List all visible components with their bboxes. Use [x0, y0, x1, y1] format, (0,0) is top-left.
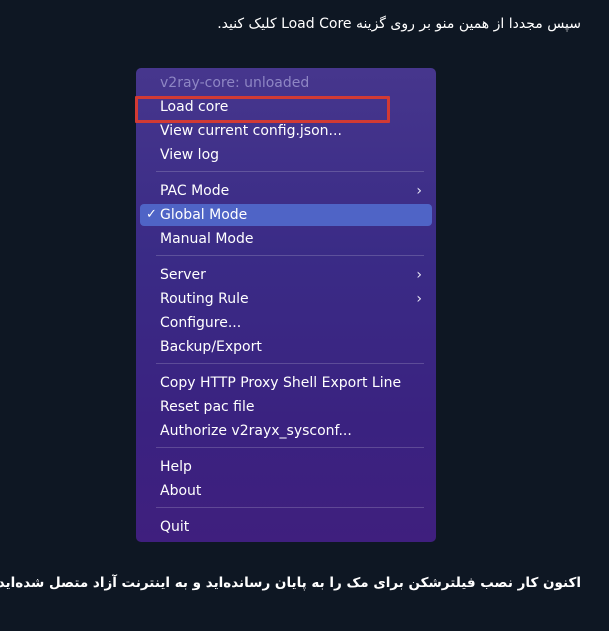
annotation-highlight-box: [135, 96, 390, 123]
menu-item-manual-mode[interactable]: Manual Mode: [140, 228, 432, 250]
menu-item-copy-http-proxy[interactable]: Copy HTTP Proxy Shell Export Line: [140, 372, 432, 394]
menu-item-about[interactable]: About: [140, 480, 432, 502]
v2rayx-status-menu: v2ray-core: unloaded Load core View curr…: [136, 68, 436, 542]
checkmark-icon: ✓: [146, 207, 157, 222]
menu-item-core-status: v2ray-core: unloaded: [160, 75, 310, 91]
menu-item-pac-mode[interactable]: PAC Mode ›: [140, 180, 432, 202]
menu-item-configure[interactable]: Configure...: [140, 312, 432, 334]
menu-item-routing-rule[interactable]: Routing Rule ›: [140, 288, 432, 310]
menu-item-global-mode-label: Global Mode: [160, 207, 248, 223]
menu-item-global-mode[interactable]: ✓ Global Mode: [140, 204, 432, 226]
menu-separator: [156, 363, 424, 364]
menu-separator: [156, 507, 424, 508]
menu-item-view-config[interactable]: View current config.json...: [140, 120, 432, 142]
chevron-right-icon: ›: [416, 267, 422, 283]
menu-item-quit[interactable]: Quit: [140, 516, 432, 538]
menu-item-view-log[interactable]: View log: [140, 144, 432, 166]
chevron-right-icon: ›: [416, 291, 422, 307]
menu-item-pac-mode-label: PAC Mode: [160, 183, 230, 199]
menu-separator: [156, 171, 424, 172]
menu-item-server[interactable]: Server ›: [140, 264, 432, 286]
instruction-caption-top: سپس مجددا از همین منو بر روی گزینه Load …: [217, 16, 581, 32]
instruction-caption-bottom: اکنون کار نصب فیلترشکن برای مک را به پای…: [0, 575, 581, 591]
menu-item-server-label: Server: [160, 267, 206, 283]
chevron-right-icon: ›: [416, 183, 422, 199]
menu-separator: [156, 447, 424, 448]
menu-separator: [156, 255, 424, 256]
menu-item-reset-pac[interactable]: Reset pac file: [140, 396, 432, 418]
menu-item-backup-export[interactable]: Backup/Export: [140, 336, 432, 358]
menu-item-help[interactable]: Help: [140, 456, 432, 478]
menu-item-routing-rule-label: Routing Rule: [160, 291, 249, 307]
menu-item-authorize[interactable]: Authorize v2rayx_sysconf...: [140, 420, 432, 442]
